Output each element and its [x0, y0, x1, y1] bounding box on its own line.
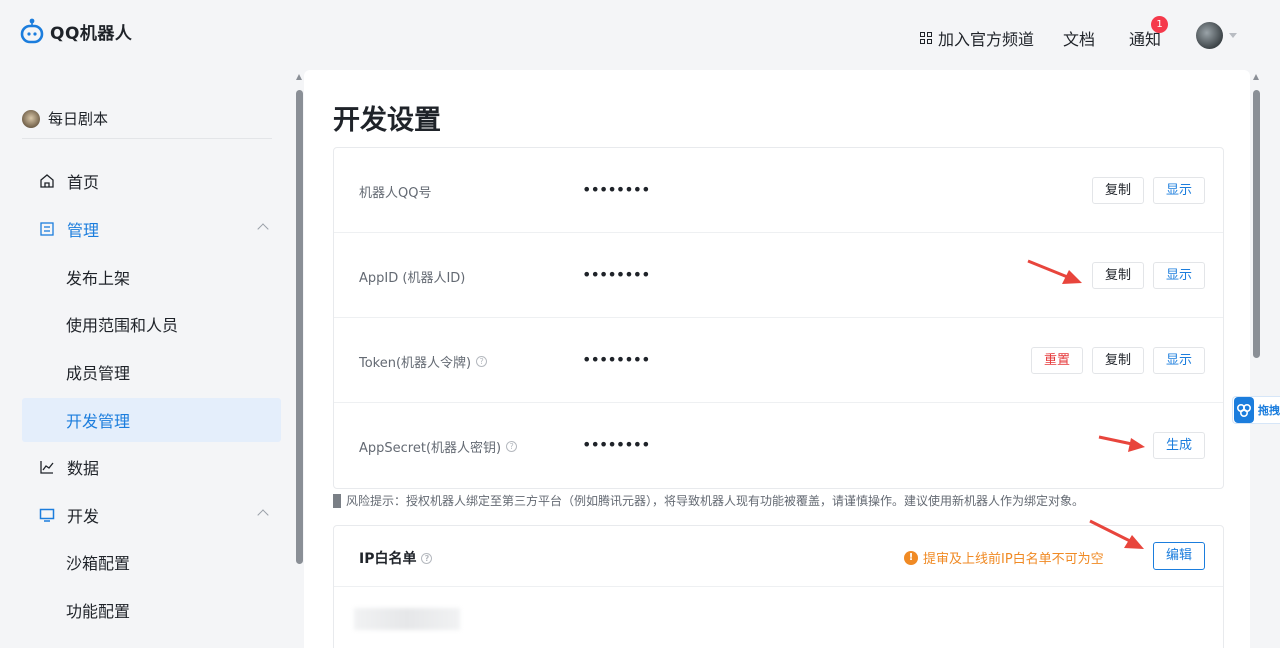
ip-whitelist-warning-text: 提审及上线前IP白名单不可为空 — [923, 552, 1104, 567]
manage-icon — [38, 220, 56, 238]
sidebar-item-label: 管理 — [67, 221, 100, 240]
sidebar-item-home[interactable]: 首页 — [22, 159, 281, 203]
sidebar-item-members[interactable]: 成员管理 — [22, 350, 281, 394]
chevron-up-icon — [257, 223, 269, 235]
chevron-up-icon — [257, 509, 269, 521]
sidebar-item-label: 首页 — [67, 173, 100, 192]
sidebar-item-manage[interactable]: 管理 — [22, 207, 281, 251]
help-icon[interactable]: ? — [476, 356, 488, 367]
masked-value: •••••••• — [582, 265, 650, 284]
show-button[interactable]: 显示 — [1153, 177, 1206, 204]
sidebar-item-dev-manage[interactable]: 开发管理 — [22, 398, 281, 442]
sidebar-divider — [22, 138, 272, 139]
ip-card-divider — [334, 586, 1223, 587]
sidebar-item-publish[interactable]: 发布上架 — [22, 255, 281, 299]
sidebar-item-scope[interactable]: 使用范围和人员 — [22, 302, 281, 346]
floating-tab-label: 拖拽 — [1258, 404, 1280, 417]
masked-value: •••••••• — [582, 435, 650, 454]
row-label: AppSecret(机器人密钥)? — [359, 437, 518, 456]
edit-button[interactable]: 编辑 — [1153, 542, 1206, 570]
copy-button[interactable]: 复制 — [1092, 262, 1145, 289]
logo[interactable]: QQ机器人 — [20, 18, 132, 44]
robot-logo-icon — [20, 18, 44, 44]
sidebar-item-label: 成员管理 — [66, 364, 131, 383]
show-button[interactable]: 显示 — [1153, 262, 1206, 289]
sidebar-item-label: 使用范围和人员 — [66, 316, 179, 335]
sidebar-item-label: 沙箱配置 — [66, 554, 131, 573]
masked-value: •••••••• — [582, 180, 650, 199]
scroll-up-arrow[interactable] — [296, 74, 302, 80]
bot-avatar — [22, 109, 40, 128]
ip-whitelist-warning: ! 提审及上线前IP白名单不可为空 — [904, 548, 1104, 567]
row-label-text: AppID (机器人ID) — [359, 271, 466, 286]
caret-down-icon[interactable] — [1229, 33, 1237, 38]
sidebar-item-label: 发布上架 — [66, 269, 131, 288]
scroll-up-arrow[interactable] — [1253, 74, 1259, 80]
monitor-icon — [38, 506, 56, 524]
warning-icon: ! — [904, 550, 918, 565]
sidebar-item-label: 功能配置 — [66, 602, 131, 621]
show-button[interactable]: 显示 — [1153, 347, 1206, 374]
credential-row-qq: 机器人QQ号 •••••••• 复制 显示 — [334, 148, 1223, 233]
top-bar: QQ机器人 加入官方频道 文档 通知 1 — [0, 0, 1280, 70]
sidebar: 每日剧本 首页 管理 发布上架 使用范围和人员 成员管理 开发管理 数据 开发 — [0, 70, 296, 648]
sidebar-scrollbar[interactable] — [296, 90, 303, 564]
risk-notice-text: 风险提示：授权机器人绑定至第三方平台（例如腾讯元器），将导致机器人现有功能被覆盖… — [346, 494, 1085, 508]
row-label: 机器人QQ号 — [359, 182, 431, 201]
grid-icon — [920, 32, 932, 44]
sidebar-item-label: 开发 — [67, 507, 100, 526]
sidebar-item-sandbox[interactable]: 沙箱配置 — [22, 540, 281, 584]
bot-name: 每日剧本 — [48, 110, 109, 128]
sidebar-item-label: 数据 — [67, 459, 100, 478]
ip-whitelist-title: IP白名单 ? — [359, 548, 433, 568]
sidebar-item-label: 开发管理 — [66, 412, 131, 431]
logo-text: QQ机器人 — [50, 23, 133, 44]
row-label: AppID (机器人ID) — [359, 267, 465, 286]
docs-link[interactable]: 文档 — [1063, 26, 1095, 50]
row-label-text: 机器人QQ号 — [359, 186, 432, 201]
reset-button[interactable]: 重置 — [1031, 347, 1084, 374]
credentials-card: 机器人QQ号 •••••••• 复制 显示 AppID (机器人ID) ••••… — [333, 147, 1224, 489]
help-icon[interactable]: ? — [506, 441, 518, 452]
floating-drag-tab[interactable]: 拖拽 — [1232, 396, 1280, 424]
main-scrollbar[interactable] — [1253, 90, 1260, 358]
user-avatar[interactable] — [1196, 22, 1223, 49]
join-channel-label: 加入官方频道 — [938, 30, 1035, 49]
row-label: Token(机器人令牌)? — [359, 352, 488, 371]
credential-row-appsecret: AppSecret(机器人密钥)? •••••••• 生成 — [334, 403, 1223, 488]
chart-icon — [38, 458, 56, 476]
notice-marker — [333, 493, 341, 508]
row-label-text: AppSecret(机器人密钥) — [359, 441, 502, 456]
risk-notice: 风险提示：授权机器人绑定至第三方平台（例如腾讯元器），将导致机器人现有功能被覆盖… — [333, 492, 1084, 509]
generate-button[interactable]: 生成 — [1153, 432, 1206, 459]
masked-value: •••••••• — [582, 350, 650, 369]
row-label-text: Token(机器人令牌) — [359, 356, 472, 371]
credential-row-token: Token(机器人令牌)? •••••••• 重置 复制 显示 — [334, 318, 1223, 403]
page-title: 开发设置 — [333, 105, 441, 136]
redacted-ip-list — [354, 608, 460, 630]
credential-row-appid: AppID (机器人ID) •••••••• 复制 显示 — [334, 233, 1223, 318]
notification-badge: 1 — [1151, 16, 1168, 33]
help-icon[interactable]: ? — [421, 552, 433, 564]
home-icon — [38, 172, 56, 190]
ip-whitelist-title-text: IP白名单 — [359, 551, 417, 567]
cloud-icon — [1234, 397, 1254, 423]
join-channel-link[interactable]: 加入官方频道 — [920, 26, 1034, 50]
sidebar-item-develop[interactable]: 开发 — [22, 493, 281, 537]
bot-selector[interactable]: 每日剧本 — [22, 108, 108, 129]
ip-whitelist-card: IP白名单 ? ! 提审及上线前IP白名单不可为空 编辑 — [333, 525, 1224, 648]
copy-button[interactable]: 复制 — [1092, 177, 1145, 204]
sidebar-item-data[interactable]: 数据 — [22, 445, 281, 489]
sidebar-item-features[interactable]: 功能配置 — [22, 588, 281, 632]
copy-button[interactable]: 复制 — [1092, 347, 1145, 374]
